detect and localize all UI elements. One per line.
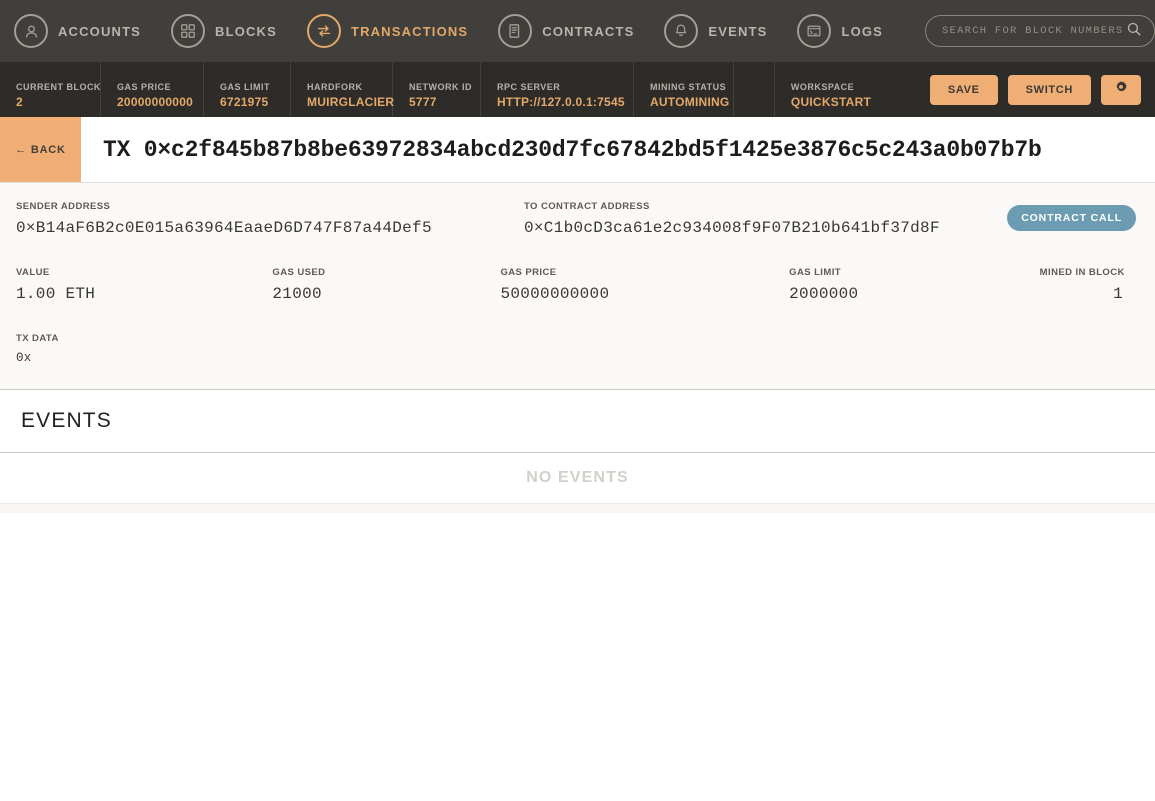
value-label: VALUE	[16, 267, 50, 278]
transaction-header: ← BACK TX 0×c2f845b87b8be63972834abcd230…	[0, 117, 1155, 183]
status-gas-limit-label: GAS LIMIT	[220, 81, 270, 92]
events-title: EVENTS	[21, 409, 112, 432]
status-gas-price-label: GAS PRICE	[117, 81, 171, 92]
gas-price-label: GAS PRICE	[500, 267, 557, 278]
gas-limit-value: 2000000	[789, 285, 859, 303]
to-contract-address-label: TO CONTRACT ADDRESS	[524, 201, 650, 212]
status-network-id: NETWORK ID 5777	[393, 62, 481, 117]
to-contract-address-value: 0×C1b0cD3ca61e2c934008f9F07B210b641bf37d…	[524, 219, 940, 237]
status-workspace-label: WORKSPACE	[790, 81, 855, 92]
to-contract-address-field: TO CONTRACT ADDRESS 0×C1b0cD3ca61e2c9340…	[524, 201, 1032, 237]
nav-label-logs: LOGS	[841, 23, 883, 39]
grid-icon	[171, 14, 206, 48]
gas-used-value: 21000	[272, 285, 322, 303]
gas-price-field: GAS PRICE 50000000000	[500, 267, 789, 303]
status-hardfork-label: HARDFORK	[307, 81, 363, 92]
gas-limit-label: GAS LIMIT	[789, 267, 842, 278]
status-gas-limit: GAS LIMIT 6721975	[204, 62, 291, 117]
gas-row: VALUE 1.00 ETH GAS USED 21000 GAS PRICE …	[0, 267, 1155, 303]
nav-label-accounts: ACCOUNTS	[58, 23, 142, 39]
transactions-arrows-icon	[306, 14, 341, 48]
tx-data-value: 0x	[16, 351, 32, 365]
status-current-block-label: CURRENT BLOCK	[16, 81, 101, 92]
tx-data-label: TX DATA	[16, 333, 59, 344]
page-background-filler	[0, 513, 1155, 791]
status-network-id-value: 5777	[409, 94, 437, 109]
contract-call-badge: CONTRACT CALL	[1007, 205, 1136, 231]
value-field: VALUE 1.00 ETH	[16, 267, 272, 303]
transaction-title: TX 0×c2f845b87b8be63972834abcd230d7fc678…	[103, 136, 1042, 163]
mined-in-block-value: 1	[1113, 285, 1124, 303]
events-list: NO EVENTS	[0, 453, 1155, 503]
sender-address-value: 0×B14aF6B2c0E015a63964EaaeD6D747F87a44De…	[16, 219, 432, 237]
tx-data-row: TX DATA 0x	[0, 333, 1155, 365]
status-gas-limit-value: 6721975	[220, 94, 269, 109]
status-rpc-server: RPC SERVER HTTP://127.0.0.1:7545	[481, 62, 634, 117]
gear-icon	[1113, 80, 1129, 99]
mined-in-block-field: MINED IN BLOCK 1	[1040, 267, 1139, 303]
switch-button[interactable]: SWITCH	[1007, 74, 1091, 105]
gas-used-field: GAS USED 21000	[272, 267, 500, 303]
status-gas-price-value: 20000000000	[117, 94, 194, 109]
status-workspace: WORKSPACE QUICKSTART	[775, 62, 920, 117]
events-empty-message: NO EVENTS	[526, 469, 629, 486]
bell-icon	[664, 14, 699, 48]
status-spacer	[734, 62, 775, 117]
nav-label-blocks: BLOCKS	[215, 23, 277, 39]
magnifier-icon[interactable]	[1126, 21, 1142, 42]
nav-item-transactions[interactable]: TRANSACTIONS	[306, 14, 469, 48]
user-icon	[14, 14, 48, 48]
events-footer-strip	[0, 503, 1155, 513]
top-navigation-bar: ACCOUNTS BLOCKS TRANSACTIONS CONTRACTS E…	[0, 0, 1155, 62]
tx-data-field: TX DATA 0x	[16, 333, 59, 365]
status-bar: CURRENT BLOCK 2 GAS PRICE 20000000000 GA…	[0, 62, 1155, 117]
sender-address-label: SENDER ADDRESS	[16, 201, 111, 212]
status-hardfork: HARDFORK MUIRGLACIER	[291, 62, 395, 117]
back-button[interactable]: ← BACK	[0, 117, 81, 182]
mined-in-block-label: MINED IN BLOCK	[1039, 267, 1125, 278]
search-input[interactable]	[941, 25, 1126, 37]
document-icon	[498, 14, 533, 48]
nav-item-accounts[interactable]: ACCOUNTS	[14, 14, 141, 48]
gas-price-value: 50000000000	[500, 285, 610, 303]
status-network-id-label: NETWORK ID	[409, 81, 472, 92]
value-value: 1.00 ETH	[16, 285, 96, 303]
nav-label-events: EVENTS	[708, 23, 768, 39]
nav-item-logs[interactable]: LOGS	[797, 14, 883, 48]
save-button[interactable]: SAVE	[929, 74, 998, 105]
nav-label-contracts: CONTRACTS	[542, 23, 635, 39]
nav-label-transactions: TRANSACTIONS	[350, 23, 469, 39]
status-workspace-value: QUICKSTART	[790, 94, 872, 109]
search-bar[interactable]	[924, 15, 1155, 47]
sender-address-field: SENDER ADDRESS 0×B14aF6B2c0E015a63964Eaa…	[16, 201, 524, 237]
gas-used-label: GAS USED	[272, 267, 326, 278]
transaction-detail-panel: CONTRACT CALL SENDER ADDRESS 0×B14aF6B2c…	[0, 183, 1155, 390]
nav-item-blocks[interactable]: BLOCKS	[171, 14, 277, 48]
status-hardfork-value: MUIRGLACIER	[307, 94, 395, 109]
status-mining-status-label: MINING STATUS	[650, 81, 727, 92]
status-current-block-value: 2	[16, 94, 23, 109]
status-mining-status: MINING STATUS AUTOMINING	[634, 62, 734, 117]
nav-item-contracts[interactable]: CONTRACTS	[498, 14, 634, 48]
status-mining-status-value: AUTOMINING	[650, 94, 730, 109]
events-section-header: EVENTS	[0, 390, 1155, 453]
terminal-icon	[797, 14, 832, 48]
settings-button[interactable]	[1101, 74, 1141, 105]
address-row: SENDER ADDRESS 0×B14aF6B2c0E015a63964Eaa…	[0, 201, 1155, 237]
status-gas-price: GAS PRICE 20000000000	[101, 62, 204, 117]
gas-limit-field: GAS LIMIT 2000000	[789, 267, 1040, 303]
nav-item-events[interactable]: EVENTS	[664, 14, 767, 48]
status-current-block: CURRENT BLOCK 2	[0, 62, 101, 117]
status-button-group: SAVE SWITCH	[920, 62, 1155, 117]
status-rpc-server-value: HTTP://127.0.0.1:7545	[497, 94, 625, 109]
status-rpc-server-label: RPC SERVER	[497, 81, 561, 92]
